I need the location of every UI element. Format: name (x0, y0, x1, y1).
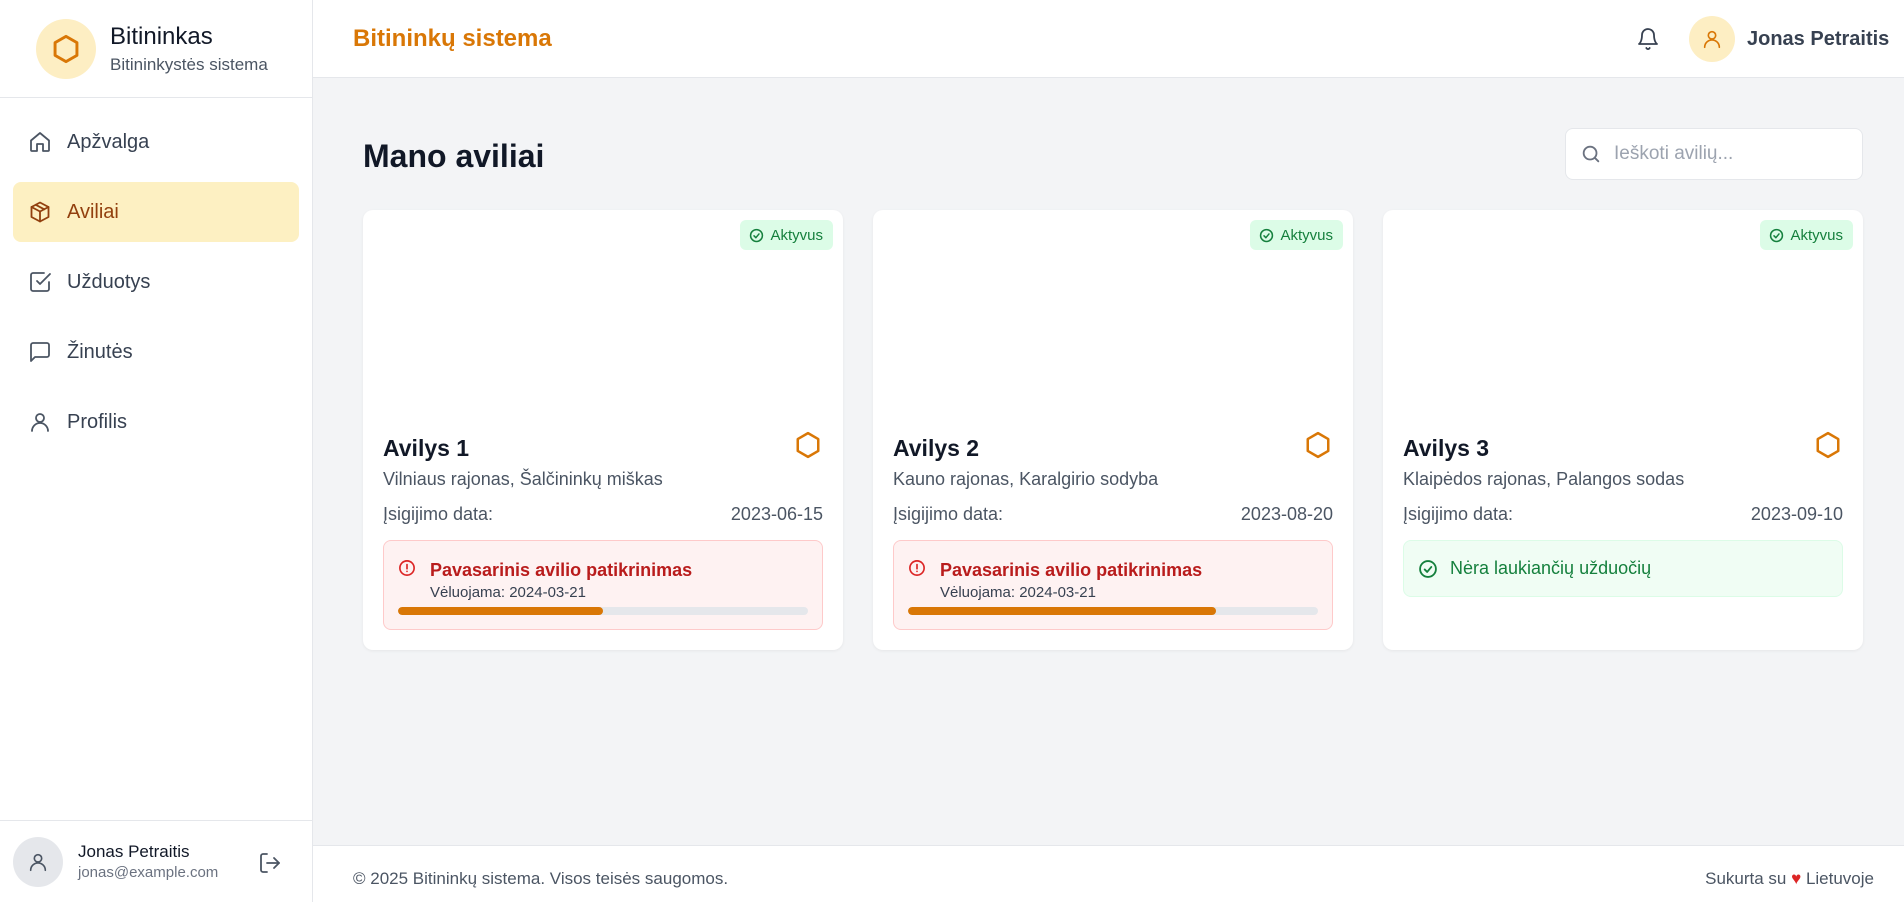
sidebar-item-label: Profilis (67, 410, 128, 433)
task-title: Pavasarinis avilio patikrinimas (940, 560, 1203, 580)
page-title: Mano aviliai (363, 138, 545, 174)
hive-name: Avilys 3 (1403, 435, 1490, 461)
status-label: Aktyvus (770, 226, 823, 244)
alert-circle-icon (909, 560, 925, 576)
hexagon-logo-icon (36, 18, 96, 79)
sidebar-item-label: Apžvalga (67, 130, 150, 153)
acquisition-date-label: Įsigijimo data: (383, 504, 494, 524)
acquisition-date: 2023-06-15 (730, 504, 823, 524)
sidebar: Bitininkas Bitininkystės sistema Apžvalg… (0, 0, 313, 902)
status-badge: Aktyvus (740, 220, 833, 250)
acquisition-date: 2023-09-10 (1750, 504, 1843, 524)
made-with-love: Sukurta su ♥ Lietuvoje (1705, 869, 1874, 889)
check-circle-icon (1260, 228, 1274, 242)
task-title: Pavasarinis avilio patikrinimas (430, 560, 693, 580)
sidebar-item-uzduotys[interactable]: Užduotys (13, 252, 299, 312)
hive-card[interactable]: Aktyvus Avilys 1 Vilniaus rajonas, Šalči… (363, 210, 843, 650)
task-progress-fill (908, 607, 1216, 615)
search-input[interactable] (1614, 143, 1854, 165)
user-icon (27, 409, 53, 435)
hive-location: Vilniaus rajonas, Šalčininkų miškas (383, 469, 663, 489)
hexagon-icon (796, 431, 820, 459)
hive-name: Avilys 2 (893, 435, 980, 461)
task-progress-bar (398, 607, 808, 615)
check-circle-icon (750, 228, 764, 242)
copyright: © 2025 Bitininkų sistema. Visos teisės s… (353, 869, 729, 888)
page-footer: © 2025 Bitininkų sistema. Visos teisės s… (313, 845, 1904, 902)
bell-icon (1638, 28, 1658, 50)
sidebar-nav: Apžvalga Aviliai Užduotys Žinutės Profil… (0, 112, 312, 452)
avatar (1689, 16, 1735, 62)
hive-location: Klaipėdos rajonas, Palangos sodas (1403, 469, 1685, 489)
home-icon (27, 129, 53, 155)
user-icon (1703, 30, 1721, 49)
overdue-task[interactable]: Pavasarinis avilio patikrinimas Vėluojam… (383, 540, 823, 630)
status-label: Aktyvus (1280, 226, 1333, 244)
message-icon (27, 339, 53, 365)
brand-subtitle: Bitininkystės sistema (110, 54, 268, 74)
task-progress-fill (398, 607, 603, 615)
heart-icon: ♥ (1791, 869, 1802, 888)
header-user-menu[interactable]: Jonas Petraitis (1689, 16, 1889, 62)
sidebar-item-label: Užduotys (67, 270, 151, 293)
brand-title: Bitininkas (110, 22, 213, 50)
status-badge: Aktyvus (1760, 220, 1853, 250)
sidebar-user-panel: Jonas Petraitis jonas@example.com (0, 820, 313, 902)
made-prefix: Sukurta su (1705, 869, 1787, 888)
user-email: jonas@example.com (78, 863, 219, 881)
check-square-icon (27, 269, 53, 295)
sidebar-item-apzvalga[interactable]: Apžvalga (13, 112, 299, 172)
logout-button[interactable] (256, 849, 284, 877)
top-header: Bitininkų sistema Jonas Petraitis (313, 0, 1904, 78)
no-tasks-notice: Nėra laukiančių užduočių (1403, 540, 1843, 597)
hive-card[interactable]: Aktyvus Avilys 2 Kauno rajonas, Karalgir… (873, 210, 1353, 650)
task-progress-bar (908, 607, 1318, 615)
made-suffix: Lietuvoje (1805, 869, 1874, 888)
status-label: Aktyvus (1790, 226, 1843, 244)
acquisition-date-label: Įsigijimo data: (1403, 504, 1514, 524)
search-box (1565, 128, 1863, 180)
search-icon (1582, 145, 1600, 163)
hexagon-icon (1306, 431, 1330, 459)
sidebar-item-profilis[interactable]: Profilis (13, 392, 299, 452)
alert-circle-icon (399, 560, 415, 576)
hive-location: Kauno rajonas, Karalgirio sodyba (893, 469, 1159, 489)
acquisition-date-label: Įsigijimo data: (893, 504, 1004, 524)
task-due: Vėluojama: 2024-03-21 (430, 584, 586, 601)
no-tasks-label: Nėra laukiančių užduočių (1450, 558, 1652, 578)
overdue-task[interactable]: Pavasarinis avilio patikrinimas Vėluojam… (893, 540, 1333, 630)
brand: Bitininkas Bitininkystės sistema (0, 0, 312, 98)
hive-name: Avilys 1 (383, 435, 470, 461)
acquisition-date: 2023-08-20 (1240, 504, 1333, 524)
avatar (13, 836, 63, 887)
check-circle-icon (1770, 228, 1784, 242)
check-circle-icon (1419, 559, 1437, 578)
status-badge: Aktyvus (1250, 220, 1343, 250)
header-title: Bitininkų sistema (353, 25, 552, 52)
sidebar-item-zinutes[interactable]: Žinutės (13, 322, 299, 382)
sidebar-item-label: Žinutės (67, 340, 133, 363)
hive-card[interactable]: Aktyvus Avilys 3 Klaipėdos rajonas, Pala… (1383, 210, 1863, 650)
notifications-button[interactable] (1633, 24, 1663, 54)
sidebar-item-label: Aviliai (67, 200, 119, 223)
header-username: Jonas Petraitis (1747, 27, 1890, 50)
user-name: Jonas Petraitis (78, 841, 190, 861)
logout-icon (260, 853, 280, 873)
box-icon (27, 199, 53, 225)
sidebar-item-aviliai[interactable]: Aviliai (13, 182, 299, 242)
hexagon-icon (1816, 431, 1840, 459)
task-due: Vėluojama: 2024-03-21 (940, 584, 1096, 601)
